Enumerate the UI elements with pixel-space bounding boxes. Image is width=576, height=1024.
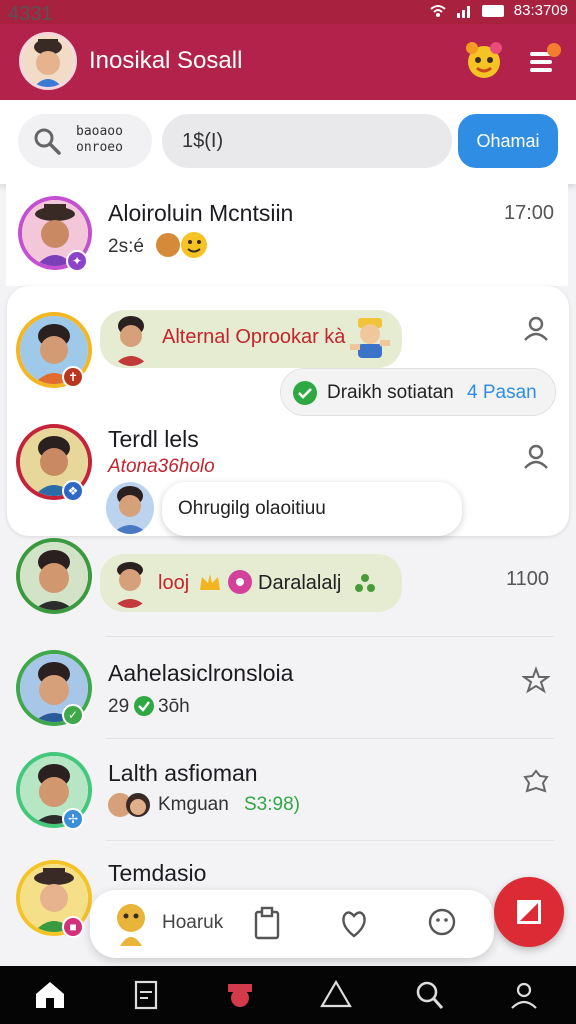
person-icon[interactable]: [522, 314, 550, 342]
bubble-text: Alternal Oprookar kà: [162, 326, 346, 348]
message-time: 1100: [506, 568, 550, 590]
online-badge: ✦: [66, 250, 88, 272]
search-icon: [34, 128, 61, 155]
quick-action-bar: Hoaruk: [90, 890, 494, 958]
crown-icon: [200, 574, 220, 590]
bubble-text-part1: looj: [158, 572, 190, 594]
compose-button[interactable]: [494, 877, 564, 947]
divider: [106, 636, 554, 637]
search-input[interactable]: [162, 114, 452, 168]
avatar[interactable]: [20, 542, 88, 610]
battery-icon: [481, 4, 504, 17]
message-accent: S3:98): [244, 794, 300, 815]
reply-chip[interactable]: Draikh sotiatan 4 Pasan: [280, 368, 556, 416]
popup-text: Ohrugilg olaoitiuu: [178, 498, 326, 519]
recycle-icon: [355, 574, 375, 592]
reply-link[interactable]: 4 Pasan: [467, 382, 537, 404]
cartoon-sticker-icon: [350, 318, 390, 358]
status-badge: ■: [62, 916, 84, 938]
status-bar: 4331 83:3709: [0, 0, 576, 25]
reply-text: Draikh sotiatan: [327, 382, 454, 403]
status-badge: ❖: [62, 480, 84, 502]
giraffe-sticker-icon[interactable]: [112, 900, 150, 946]
check-icon: [293, 381, 317, 405]
sender-avatar: [106, 482, 154, 534]
search-button[interactable]: Ohamai: [458, 114, 558, 168]
badge-outline-icon[interactable]: [522, 768, 550, 796]
emoji-reaction-icon: [156, 232, 207, 258]
bubble-text-part2: Daralalalj: [258, 572, 342, 594]
bottom-navigation: [0, 966, 576, 1024]
message-bubble[interactable]: looj Daralalalj: [100, 554, 402, 612]
status-time: 4331: [8, 3, 53, 25]
contact-name: Terdl lels: [108, 426, 199, 452]
divider: [106, 738, 554, 739]
explore-icon[interactable]: [318, 978, 354, 1012]
conversation-list: ✦ Aloiroluin Mcntsiin 2s:é 17:00 ✝ Alter…: [0, 184, 576, 966]
message-count: 29: [108, 696, 130, 717]
message-bubble[interactable]: Alternal Oprookar kà: [100, 310, 402, 368]
status-clock: 83:3709: [513, 2, 568, 19]
contact-name: Aloiroluin Mcntsiin: [108, 200, 294, 226]
message-preview: Atona36holo: [108, 456, 215, 477]
person-icon[interactable]: [522, 442, 550, 470]
search-chip[interactable]: baoaoo onroeo: [18, 114, 152, 168]
menu-icon[interactable]: [526, 42, 564, 82]
status-badge: ✢: [62, 808, 84, 830]
contact-name: Aahelasiclronsloia: [108, 660, 294, 686]
quick-bar-label: Hoaruk: [162, 912, 224, 933]
home-icon[interactable]: [32, 978, 68, 1012]
heart-share-icon[interactable]: [338, 906, 370, 940]
app-header: Inosikal Sosall: [0, 24, 576, 100]
search-nav-icon[interactable]: [412, 978, 448, 1012]
document-icon[interactable]: [128, 978, 164, 1012]
typing-popup[interactable]: Ohrugilg olaoitiuu: [162, 482, 462, 536]
divider: [106, 840, 554, 841]
profile-nav-icon[interactable]: [222, 978, 258, 1012]
message-preview: 3ōh: [158, 696, 190, 717]
compose-icon: [517, 900, 541, 924]
status-badge: ✝: [62, 366, 84, 388]
group-avatars-icon: [108, 793, 150, 817]
app-title: Inosikal Sosall: [89, 47, 243, 74]
contact-name: Temdasio: [108, 860, 207, 886]
star-icon[interactable]: [522, 666, 550, 694]
clipboard-icon[interactable]: [252, 906, 282, 940]
emoji-icon[interactable]: [464, 38, 504, 82]
message-preview: Kmguan: [158, 794, 229, 815]
status-icons: 83:3709: [430, 2, 568, 19]
sender-avatar: [108, 312, 154, 366]
app-screen: 4331 83:3709 Inosikal Sosall baoaoo onro…: [0, 0, 576, 1024]
search-label-line2: onroeo: [76, 140, 123, 155]
message-time: 17:00: [504, 202, 555, 224]
music-icon: [228, 570, 252, 594]
settings-nav-icon[interactable]: [506, 978, 542, 1012]
message-preview: 2s:é: [108, 236, 144, 257]
avatar-image: [22, 35, 74, 87]
profile-avatar[interactable]: [19, 32, 77, 90]
search-label-line1: baoaoo: [76, 124, 123, 139]
list-item[interactable]: ✦ Aloiroluin Mcntsiin 2s:é 17:00: [6, 184, 568, 286]
verified-icon: [134, 696, 154, 716]
status-badge: ✓: [62, 704, 84, 726]
search-row: baoaoo onroeo Ohamai: [0, 100, 576, 184]
contact-name: Lalth asfioman: [108, 760, 258, 786]
signal-icon: [456, 5, 470, 18]
search-label: baoaoo onroeo: [76, 124, 146, 156]
wifi-icon: [430, 4, 446, 17]
sender-avatar: [108, 558, 152, 608]
chat-face-icon[interactable]: [426, 906, 458, 940]
